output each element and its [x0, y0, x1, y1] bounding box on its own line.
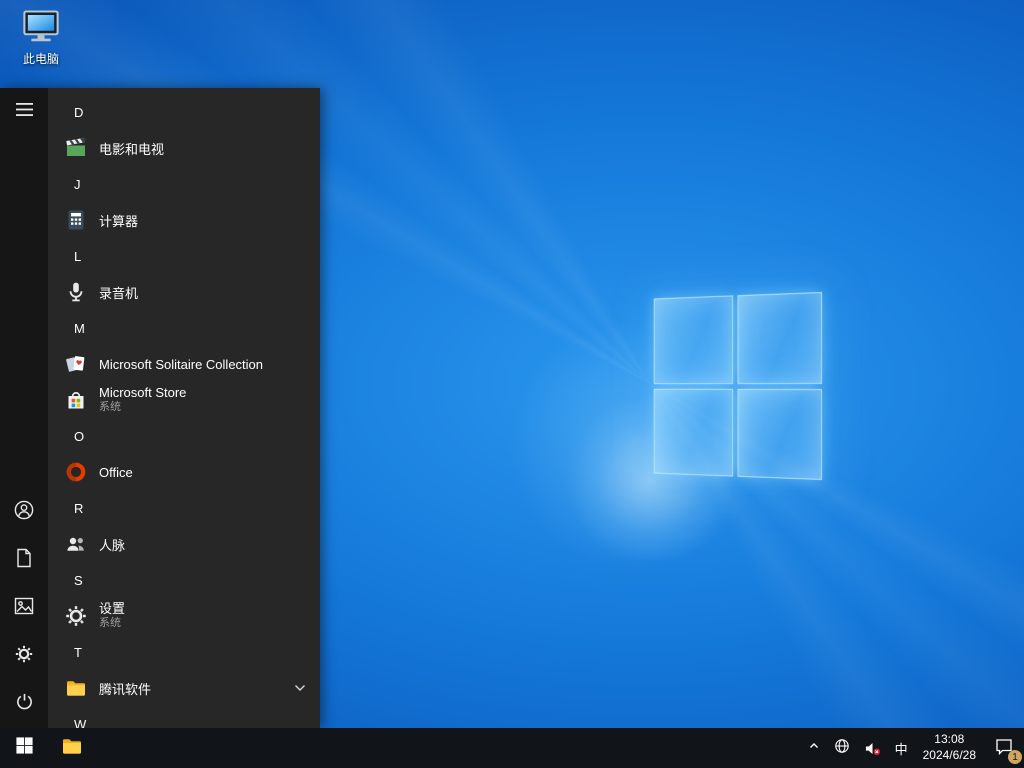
power-icon [15, 692, 34, 716]
power-button[interactable] [0, 680, 48, 728]
people-icon [64, 532, 88, 556]
speaker-muted-icon [864, 741, 881, 756]
app-label: Microsoft Solitaire Collection [99, 356, 264, 372]
action-center-button[interactable]: 1 [984, 728, 1024, 768]
notification-badge: 1 [1008, 750, 1022, 764]
volume-button[interactable] [857, 728, 888, 768]
network-button[interactable] [827, 728, 857, 768]
clock-time: 13:08 [934, 732, 965, 747]
chevron-up-icon [808, 739, 820, 757]
app-sublabel: 系统 [99, 401, 121, 414]
app-label: 人脉 [99, 537, 126, 553]
folder-icon [64, 676, 88, 700]
section-letter-l[interactable]: L [48, 238, 320, 274]
windows-logo-pane [653, 295, 733, 384]
movies-tv-icon [64, 136, 88, 160]
windows-logo-pane [737, 388, 822, 480]
file-explorer-button[interactable] [48, 728, 96, 768]
section-letter-t[interactable]: T [48, 634, 320, 670]
solitaire-icon [64, 352, 88, 376]
start-menu: D 电影和电视 J 计算器 L 录音机 M Microsoft Solitair… [0, 88, 320, 728]
app-label: 腾讯软件 [99, 681, 152, 697]
app-item-voice-recorder[interactable]: 录音机 [48, 274, 320, 310]
section-letter-s[interactable]: S [48, 562, 320, 598]
calculator-icon [64, 208, 88, 232]
app-item-settings[interactable]: 设置 系统 [48, 598, 320, 634]
expand-menu-button[interactable] [0, 88, 48, 136]
documents-button[interactable] [0, 536, 48, 584]
pictures-icon [14, 597, 34, 620]
start-app-list: D 电影和电视 J 计算器 L 录音机 M Microsoft Solitair… [48, 88, 320, 728]
app-item-solitaire[interactable]: Microsoft Solitaire Collection [48, 346, 320, 382]
this-pc-icon[interactable]: 此电脑 [10, 8, 72, 67]
user-icon [14, 500, 34, 525]
taskbar: 中 13:08 2024/6/28 1 [0, 728, 1024, 768]
section-letter-o[interactable]: O [48, 418, 320, 454]
section-letter-w[interactable]: W [48, 706, 320, 729]
this-pc-label: 此电脑 [22, 52, 59, 66]
app-label: 设置 [99, 601, 126, 617]
voice-recorder-icon [64, 280, 88, 304]
app-item-tencent-folder[interactable]: 腾讯软件 [48, 670, 320, 706]
app-item-calculator[interactable]: 计算器 [48, 202, 320, 238]
system-tray: 中 13:08 2024/6/28 1 [801, 728, 1024, 768]
app-item-movies-tv[interactable]: 电影和电视 [48, 130, 320, 166]
app-label: Microsoft Store [99, 385, 187, 401]
gear-icon [14, 644, 34, 669]
clock-date: 2024/6/28 [922, 748, 976, 762]
app-label: 录音机 [99, 285, 139, 301]
app-label: 计算器 [99, 213, 139, 229]
chevron-down-icon [294, 684, 306, 692]
computer-icon [20, 8, 62, 48]
section-letter-m[interactable]: M [48, 310, 320, 346]
app-item-office[interactable]: Office [48, 454, 320, 490]
windows-logo-pane [653, 388, 733, 477]
store-icon [64, 388, 88, 412]
tray-overflow-button[interactable] [801, 728, 827, 768]
windows-start-icon [15, 737, 33, 759]
windows-logo [653, 292, 822, 480]
globe-icon [834, 738, 850, 759]
document-icon [15, 548, 33, 573]
file-explorer-icon [60, 734, 84, 763]
app-item-microsoft-store[interactable]: Microsoft Store 系统 [48, 382, 320, 418]
clock[interactable]: 13:08 2024/6/28 [915, 732, 984, 763]
office-icon [64, 460, 88, 484]
section-letter-d[interactable]: D [48, 94, 320, 130]
app-label: 电影和电视 [99, 141, 165, 157]
start-button[interactable] [0, 728, 48, 768]
user-account-button[interactable] [0, 488, 48, 536]
app-sublabel: 系统 [99, 617, 121, 630]
section-letter-r[interactable]: R [48, 490, 320, 526]
settings-icon [64, 604, 88, 628]
hamburger-icon [15, 103, 33, 121]
pictures-button[interactable] [0, 584, 48, 632]
settings-button[interactable] [0, 632, 48, 680]
start-rail [0, 88, 48, 728]
section-letter-j[interactable]: J [48, 166, 320, 202]
desktop: 此电脑 D 电影和电视 J 计算器 L 录音机 M Microsoft Soli… [0, 0, 1024, 768]
ime-indicator[interactable]: 中 [888, 728, 915, 768]
app-label: Office [99, 464, 133, 480]
app-item-people[interactable]: 人脉 [48, 526, 320, 562]
windows-logo-pane [737, 292, 822, 384]
